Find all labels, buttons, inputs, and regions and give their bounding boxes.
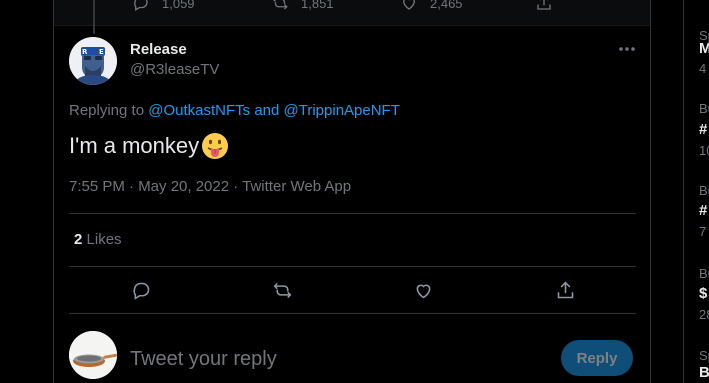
trend-1-count: 4 [699, 61, 707, 76]
user-avatar[interactable] [69, 331, 117, 379]
author-handle[interactable]: @R3leaseTV [130, 61, 219, 78]
author-avatar[interactable]: R E [69, 37, 117, 85]
sidebar-divider [683, 0, 684, 383]
divider-middle [69, 266, 636, 267]
avatar-image: R E [69, 37, 117, 85]
prev-reply-count: 1,059 [162, 0, 195, 11]
trend-3-title[interactable]: # [699, 202, 707, 219]
share-icon [557, 281, 573, 298]
thread-line [93, 0, 95, 34]
retweet-button[interactable] [270, 278, 294, 302]
svg-text:E: E [99, 48, 104, 56]
mention-trippinapenft[interactable]: @TrippinApeNFT [284, 102, 400, 119]
more-options-button[interactable] [616, 38, 638, 60]
tweet-body: I'm a monkey [69, 133, 200, 158]
trend-2-category: Bu [699, 101, 709, 116]
prev-like-button[interactable]: 2,465 [400, 0, 463, 12]
likes-count: 2 [74, 231, 83, 248]
trend-3-count: 7 [699, 224, 707, 239]
trend-4-count: 28 [699, 307, 709, 322]
likes-stat[interactable]: 2 Likes [74, 231, 122, 248]
divider-bottom [69, 313, 636, 314]
replying-to: Replying to @OutkastNFTs and @TrippinApe… [69, 102, 400, 119]
tweet-metadata[interactable]: 7:55 PM · May 20, 2022 · Twitter Web App [69, 178, 351, 195]
reply-button[interactable] [129, 278, 153, 302]
likes-label: Likes [86, 231, 122, 248]
avatar-image [69, 331, 117, 379]
tweet-text: I'm a monkey [69, 132, 229, 160]
trend-1-title[interactable]: M [699, 40, 709, 57]
prev-retweet-button[interactable]: 1,851 [271, 0, 334, 12]
heart-icon [403, 0, 415, 10]
prev-like-count: 2,465 [430, 0, 463, 11]
trend-4-category: Bu [699, 266, 709, 281]
like-button[interactable] [411, 278, 435, 302]
prev-share-button[interactable] [535, 0, 553, 12]
replying-prefix: Replying to [69, 102, 145, 119]
retweet-icon [273, 0, 288, 10]
more-icon [619, 47, 635, 51]
reply-icon [132, 282, 149, 300]
heart-icon [416, 284, 430, 298]
share-icon [537, 0, 551, 10]
divider-top [69, 213, 636, 214]
mention-outkastnfts[interactable]: @OutkastNFTs [148, 102, 250, 119]
share-button[interactable] [553, 278, 577, 302]
retweet-icon [273, 282, 291, 298]
trend-5-title[interactable]: B [699, 364, 709, 381]
svg-text:R: R [82, 48, 88, 56]
prev-reply-button[interactable]: 1,059 [132, 0, 195, 12]
mention-and[interactable]: and [254, 102, 279, 119]
main-column: 1,059 1,851 2,465 R E Release @R3leaseTV [53, 0, 651, 383]
previous-tweet: 1,059 1,851 2,465 [54, 0, 650, 34]
trend-3-category: Bu [699, 183, 709, 198]
trend-2-count: 10 [699, 143, 709, 158]
trend-2-title[interactable]: # [699, 121, 707, 138]
trend-5-category: Sp [699, 348, 709, 363]
prev-retweet-count: 1,851 [301, 0, 334, 11]
author-name[interactable]: Release [130, 41, 187, 58]
reply-icon [134, 0, 148, 11]
reply-input[interactable] [130, 345, 550, 373]
tongue-emoji-icon [202, 133, 229, 159]
trend-4-title[interactable]: $ [699, 285, 707, 302]
reply-submit-button[interactable]: Reply [561, 340, 633, 376]
